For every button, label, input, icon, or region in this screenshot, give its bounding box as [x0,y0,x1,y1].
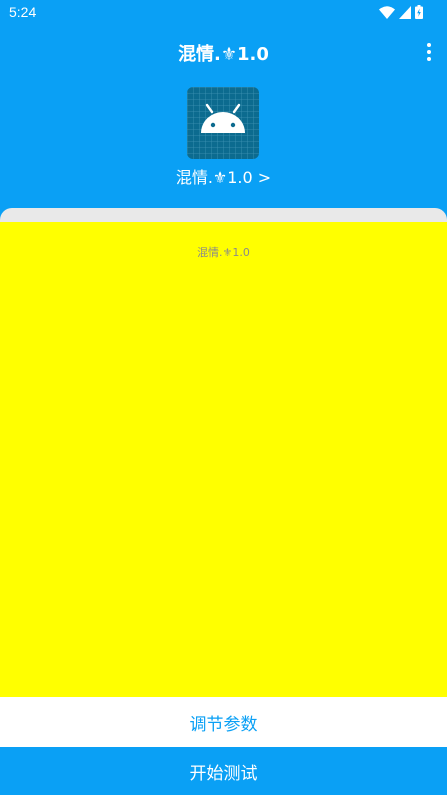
start-test-button[interactable]: 开始测试 [0,747,447,795]
more-vert-icon[interactable] [425,42,433,62]
adjust-params-button[interactable]: 调节参数 [0,697,447,747]
toolbar-title: 混情.⚜1.0 [178,44,269,65]
app-name-link[interactable]: 混情.⚜1.0 > [0,164,447,188]
app-screen: 5:24 混情.⚜1.0 混情.⚜1.0 > 混情.⚜1.0 调节参数 开始测试 [0,0,447,795]
status-time: 5:24 [9,4,37,20]
toolbar: 混情.⚜1.0 [0,26,447,78]
status-icons [379,5,423,19]
android-robot-icon [187,87,259,159]
content-area: 混情.⚜1.0 [0,222,447,697]
cellular-signal-icon [399,5,411,19]
wifi-icon [379,5,395,19]
status-bar: 5:24 [0,0,447,26]
content-label: 混情.⚜1.0 [197,246,250,259]
battery-charging-icon [415,5,423,19]
app-icon[interactable] [187,87,259,159]
